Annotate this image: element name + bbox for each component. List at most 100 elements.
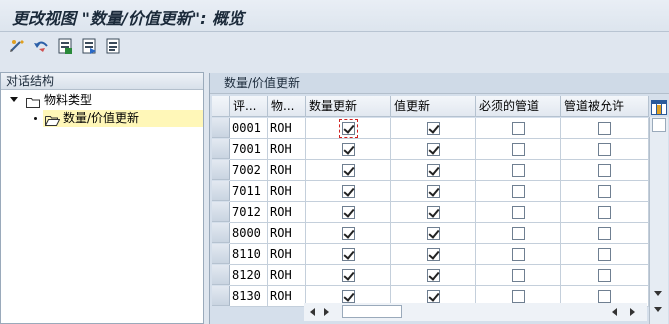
value-update-checkbox[interactable] [427, 269, 440, 282]
pipeline-allowed-checkbox[interactable] [598, 206, 611, 219]
row-selector[interactable] [212, 286, 230, 306]
pipeline-mandatory-checkbox[interactable] [512, 269, 525, 282]
checkbox-cell [306, 160, 391, 181]
tree-node-qty-value-update[interactable]: 数量/价值更新 [28, 109, 203, 127]
value-update-checkbox[interactable] [427, 164, 440, 177]
valuation-area-cell: 7002 [230, 160, 268, 181]
undo-icon[interactable] [31, 36, 51, 56]
pipeline-mandatory-checkbox[interactable] [512, 164, 525, 177]
scroll-down-icon[interactable] [654, 291, 662, 296]
pipeline-mandatory-checkbox[interactable] [512, 206, 525, 219]
dialog-structure-header: 对话结构 [1, 73, 203, 90]
row-selector[interactable] [212, 265, 230, 285]
pipeline-mandatory-checkbox[interactable] [512, 227, 525, 240]
column-header-valuation-area[interactable]: 评... [230, 96, 268, 117]
forward-icon[interactable] [79, 36, 99, 56]
valuation-area-cell: 8120 [230, 265, 268, 286]
checkbox-cell [561, 202, 649, 223]
expand-triangle-icon[interactable] [10, 97, 18, 102]
row-selector[interactable] [212, 139, 230, 159]
material-type-cell: ROH [268, 265, 306, 286]
qty-update-checkbox[interactable] [342, 227, 355, 240]
qty-update-checkbox[interactable] [342, 248, 355, 261]
checkbox-cell [306, 244, 391, 265]
table-row: 7002 ROH [212, 160, 649, 181]
print-list-icon[interactable] [103, 36, 123, 56]
value-update-checkbox[interactable] [427, 290, 440, 303]
material-type-cell: ROH [268, 181, 306, 202]
column-header-value-update[interactable]: 值更新 [391, 96, 476, 117]
pipeline-mandatory-checkbox[interactable] [512, 185, 525, 198]
edit-icon[interactable] [7, 36, 27, 56]
select-all-header[interactable] [212, 96, 230, 117]
valuation-area-cell: 7001 [230, 139, 268, 160]
scroll-right-icon[interactable] [324, 308, 329, 316]
row-selector[interactable] [212, 118, 230, 138]
checkbox-cell [391, 160, 476, 181]
checkbox-cell [391, 265, 476, 286]
checkbox-cell [561, 223, 649, 244]
scroll-down-end-icon[interactable] [654, 307, 662, 312]
value-update-checkbox[interactable] [427, 248, 440, 261]
horizontal-scrollbar[interactable] [304, 303, 647, 321]
material-type-cell: ROH [268, 160, 306, 181]
checkbox-cell [476, 244, 561, 265]
save-list-icon[interactable] [55, 36, 75, 56]
qty-update-checkbox[interactable] [342, 185, 355, 198]
pipeline-allowed-checkbox[interactable] [598, 143, 611, 156]
column-header-row: 评... 物... 数量更新 值更新 必须的管道 管道被允许 [212, 96, 649, 117]
column-header-pipeline-allowed[interactable]: 管道被允许 [561, 96, 649, 117]
row-selector[interactable] [212, 244, 230, 264]
value-update-checkbox[interactable] [427, 122, 440, 135]
column-header-pipeline-mandatory[interactable]: 必须的管道 [476, 96, 561, 117]
material-type-cell: ROH [268, 223, 306, 244]
checkbox-cell [306, 265, 391, 286]
vertical-scrollbar[interactable] [649, 117, 668, 324]
value-update-checkbox[interactable] [427, 143, 440, 156]
row-selector[interactable] [212, 223, 230, 243]
material-type-cell: ROH [268, 118, 306, 139]
value-update-checkbox[interactable] [427, 227, 440, 240]
sap-window: 更改视图 "数量/价值更新": 概览 对话结构 物料类型 数量/价值更新 数量/… [0, 0, 669, 324]
title-bar: 更改视图 "数量/价值更新": 概览 [0, 0, 669, 32]
qty-update-checkbox[interactable] [342, 269, 355, 282]
value-update-checkbox[interactable] [427, 185, 440, 198]
checkbox-cell [391, 244, 476, 265]
scroll-left-icon[interactable] [310, 308, 315, 316]
checkbox-cell [476, 223, 561, 244]
scroll-thumb[interactable] [652, 118, 666, 132]
row-selector[interactable] [212, 160, 230, 180]
pipeline-mandatory-checkbox[interactable] [512, 122, 525, 135]
table-row: 8000 ROH [212, 223, 649, 244]
column-header-qty-update[interactable]: 数量更新 [306, 96, 391, 117]
qty-update-checkbox[interactable] [342, 164, 355, 177]
row-selector[interactable] [212, 181, 230, 201]
table-settings-icon[interactable] [651, 100, 667, 115]
qty-update-checkbox[interactable] [342, 206, 355, 219]
checkbox-cell [476, 265, 561, 286]
pipeline-allowed-checkbox[interactable] [598, 164, 611, 177]
scroll-thumb[interactable] [342, 305, 402, 318]
scroll-right-icon[interactable] [630, 308, 635, 316]
row-selector[interactable] [212, 202, 230, 222]
material-type-cell: ROH [268, 139, 306, 160]
pipeline-allowed-checkbox[interactable] [598, 185, 611, 198]
pipeline-allowed-checkbox[interactable] [598, 269, 611, 282]
pipeline-mandatory-checkbox[interactable] [512, 143, 525, 156]
pipeline-allowed-checkbox[interactable] [598, 122, 611, 135]
checkbox-cell [561, 160, 649, 181]
tree-node-material-type[interactable]: 物料类型 [7, 91, 203, 109]
value-update-checkbox[interactable] [427, 206, 440, 219]
pipeline-mandatory-checkbox[interactable] [512, 290, 525, 303]
pipeline-allowed-checkbox[interactable] [598, 248, 611, 261]
bullet-icon [34, 117, 37, 120]
qty-update-checkbox[interactable] [342, 290, 355, 303]
pipeline-allowed-checkbox[interactable] [598, 227, 611, 240]
scroll-left-icon[interactable] [612, 308, 617, 316]
qty-update-checkbox[interactable] [342, 143, 355, 156]
application-toolbar [0, 32, 669, 62]
pipeline-allowed-checkbox[interactable] [598, 290, 611, 303]
table-title: 数量/价值更新 [210, 73, 669, 94]
pipeline-mandatory-checkbox[interactable] [512, 248, 525, 261]
column-header-material-type[interactable]: 物... [268, 96, 306, 117]
